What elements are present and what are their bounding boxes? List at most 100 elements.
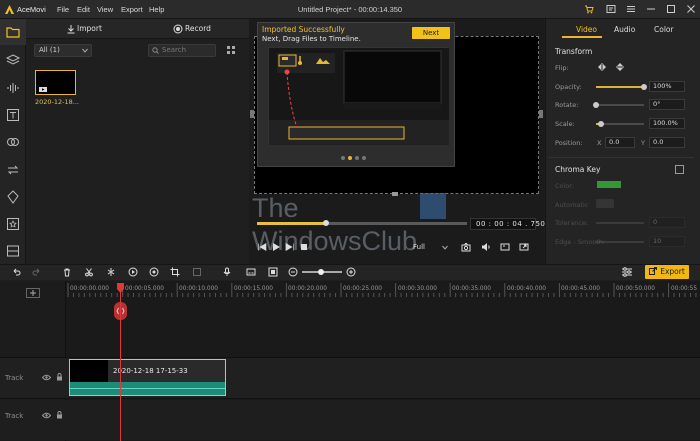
freeze-frame-icon[interactable]: [149, 267, 159, 277]
mosaic-icon[interactable]: [192, 267, 202, 277]
cart-icon[interactable]: [584, 4, 594, 14]
media-panel-header: [26, 19, 249, 39]
tab-video[interactable]: Video: [576, 25, 597, 34]
redo-icon[interactable]: [32, 267, 42, 277]
rotate-slider-handle[interactable]: [593, 102, 599, 108]
opacity-slider-handle[interactable]: [641, 84, 647, 90]
export-settings-button[interactable]: [619, 265, 635, 279]
chroma-automatic-toggle[interactable]: [596, 199, 614, 208]
crop-icon[interactable]: [170, 267, 180, 277]
position-x-input[interactable]: 0.0: [605, 137, 635, 148]
scale-slider-handle[interactable]: [598, 121, 604, 127]
volume-icon[interactable]: [481, 242, 491, 252]
lock-icon[interactable]: [56, 373, 63, 381]
ruler-tick-label: 00:00:30.000: [398, 286, 437, 292]
canvas-resize-handle-bottom[interactable]: [392, 192, 398, 196]
clip-thumbnail: [70, 360, 108, 382]
ruler-tick-label: 00:00:00.000: [70, 286, 109, 292]
chroma-tolerance-slider[interactable]: [596, 222, 644, 224]
import-button[interactable]: Import: [77, 24, 102, 33]
record-button[interactable]: Record: [185, 24, 211, 33]
play-icon[interactable]: [271, 242, 281, 252]
media-item-thumbnail[interactable]: [35, 70, 76, 95]
close-icon[interactable]: [686, 4, 696, 14]
record-icon[interactable]: [173, 24, 183, 34]
add-track-button[interactable]: [26, 288, 40, 298]
text-icon[interactable]: [5, 107, 21, 123]
opacity-value[interactable]: 100%: [649, 81, 685, 92]
timeline-zoom-handle[interactable]: [318, 269, 324, 275]
popup-next-button[interactable]: Next: [412, 27, 450, 39]
split-icon[interactable]: [84, 267, 94, 277]
waveform-graphic: [70, 388, 225, 389]
popup-page-dot[interactable]: [341, 156, 345, 160]
transform-title: Transform: [555, 47, 593, 56]
audio-track-lane[interactable]: [0, 400, 700, 440]
snapshot-icon[interactable]: [461, 242, 471, 252]
sticker-icon[interactable]: [5, 216, 21, 232]
fullscreen-icon[interactable]: [519, 242, 529, 252]
playback-progress-handle[interactable]: [323, 220, 329, 226]
popup-page-dot-active[interactable]: [348, 156, 352, 160]
next-frame-icon[interactable]: [285, 242, 295, 252]
tab-color[interactable]: Color: [654, 25, 674, 34]
stop-icon[interactable]: [299, 242, 309, 252]
media-folder-icon[interactable]: [5, 24, 21, 40]
auto-crop-icon[interactable]: [106, 267, 116, 277]
zoom-in-icon[interactable]: [346, 267, 356, 277]
filter-icon[interactable]: [5, 189, 21, 205]
chroma-edge-slider[interactable]: [596, 241, 644, 243]
grid-view-icon[interactable]: [226, 45, 236, 55]
playhead-marker-icon[interactable]: [117, 283, 124, 293]
flip-horizontal-icon[interactable]: [597, 62, 607, 72]
zoom-out-icon[interactable]: [288, 267, 298, 277]
popup-page-dot[interactable]: [355, 156, 359, 160]
section-divider: [549, 157, 694, 158]
split-screen-icon[interactable]: [5, 243, 21, 259]
position-y-input[interactable]: 0.0: [649, 137, 685, 148]
chroma-color-label: Color:: [555, 182, 575, 190]
import-icon[interactable]: [66, 24, 76, 34]
position-y-label: Y: [641, 139, 645, 147]
canvas-resize-handle-right[interactable]: [539, 110, 543, 118]
layers-icon[interactable]: [5, 52, 21, 68]
speed-icon[interactable]: [128, 267, 138, 277]
export-button[interactable]: Export: [645, 265, 689, 279]
scale-label: Scale:: [555, 120, 575, 128]
track-label: Track: [5, 374, 24, 382]
flip-vertical-icon[interactable]: [615, 62, 625, 72]
ruler-tick-label: 00:00:35.000: [452, 286, 491, 292]
subtitle-icon[interactable]: [246, 267, 256, 277]
microphone-icon[interactable]: [222, 267, 232, 277]
popup-page-dot[interactable]: [362, 156, 366, 160]
playhead-drag-handle[interactable]: [114, 302, 127, 320]
overlay-icon[interactable]: [5, 134, 21, 150]
tab-audio[interactable]: Audio: [614, 25, 635, 34]
canvas-resize-handle-left[interactable]: [250, 110, 254, 118]
scale-value[interactable]: 100.0%: [649, 118, 685, 129]
screen-ratio-icon[interactable]: [500, 242, 510, 252]
lock-icon[interactable]: [56, 411, 63, 419]
playback-progress-fill: [257, 222, 326, 225]
position-x-label: X: [597, 139, 602, 147]
chroma-key-checkbox[interactable]: [675, 165, 684, 174]
audio-wave-icon[interactable]: [5, 80, 21, 96]
chroma-color-swatch[interactable]: [597, 181, 621, 188]
chroma-tolerance-label: Tolerance:: [555, 219, 589, 227]
chroma-edge-value[interactable]: 10: [649, 236, 685, 247]
rotate-value[interactable]: 0°: [649, 99, 685, 110]
transition-icon[interactable]: [5, 162, 21, 178]
chroma-tolerance-value[interactable]: 0: [649, 217, 685, 228]
maximize-icon[interactable]: [666, 4, 676, 14]
undo-icon[interactable]: [11, 267, 21, 277]
delete-icon[interactable]: [62, 267, 72, 277]
account-icon[interactable]: [606, 4, 616, 14]
eye-icon[interactable]: [42, 412, 51, 419]
menu-icon[interactable]: [626, 4, 636, 14]
active-tab-indicator: [562, 36, 602, 38]
previous-frame-icon[interactable]: [257, 242, 267, 252]
eye-icon[interactable]: [42, 374, 51, 381]
detach-audio-icon[interactable]: [268, 267, 278, 277]
rotate-slider-track[interactable]: [596, 104, 644, 106]
minimize-icon[interactable]: [646, 4, 656, 14]
